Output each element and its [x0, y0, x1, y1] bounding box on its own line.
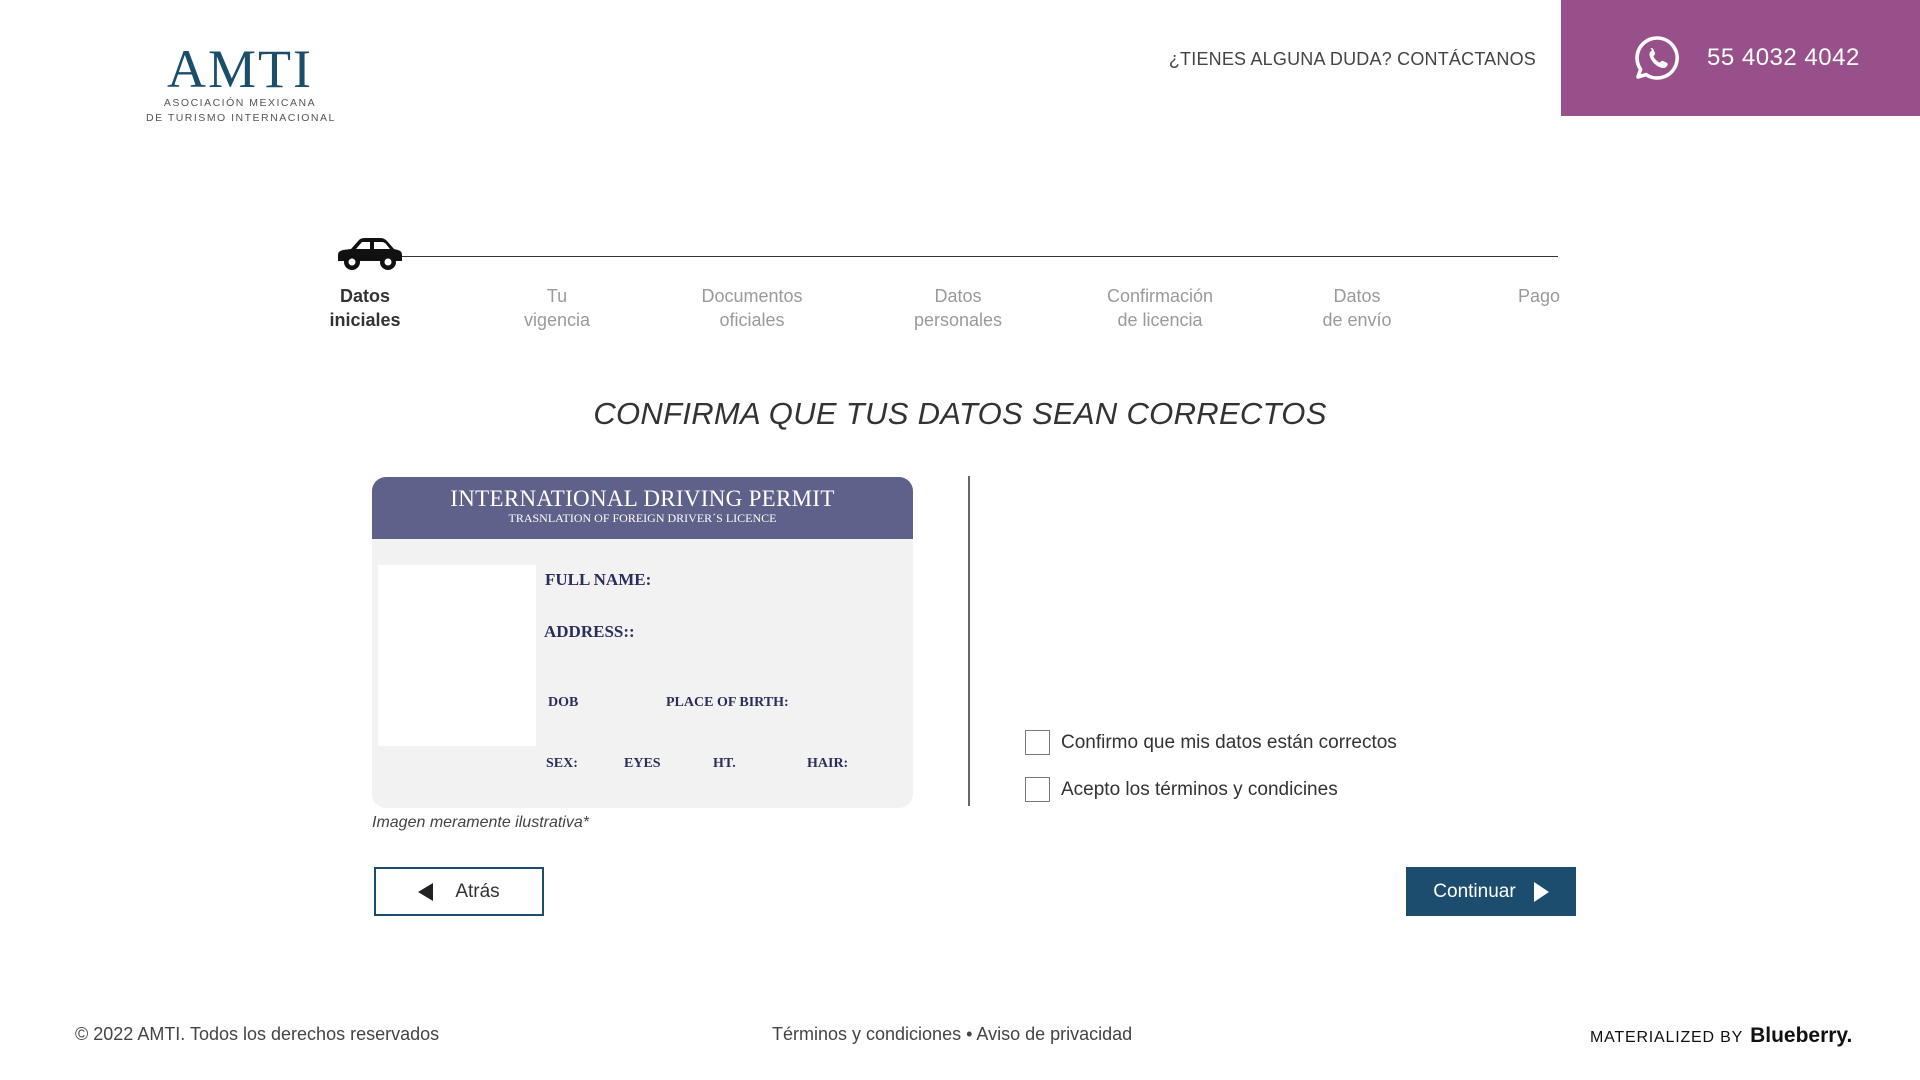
permit-subtitle: TRASNLATION OF FOREIGN DRIVER´S LICENCE — [508, 511, 777, 525]
credit[interactable]: MATERIALIZED BY Blueberry. — [1590, 1024, 1852, 1048]
permit-photo-placeholder — [378, 565, 536, 746]
confirm-data-label[interactable]: Confirmo que mis datos están correctos — [1061, 732, 1397, 754]
arrow-left-icon — [418, 882, 434, 901]
step-pago: Pago — [1518, 284, 1560, 308]
continue-button[interactable]: Continuar — [1406, 867, 1576, 916]
permit-preview-card: INTERNATIONAL DRIVING PERMIT TRASNLATION… — [372, 477, 913, 808]
height-label: HT. — [713, 756, 736, 771]
step-label-line1: Tu — [546, 286, 568, 306]
confirm-data-row[interactable]: Confirmo que mis datos están correctos — [1025, 730, 1397, 755]
step-label-line1: Confirmación — [1106, 286, 1214, 306]
whatsapp-icon — [1635, 36, 1679, 80]
accept-terms-row[interactable]: Acepto los términos y condicines — [1025, 777, 1338, 802]
car-icon — [338, 238, 402, 270]
sex-label: SEX: — [546, 756, 578, 771]
step-label-line1: Pago — [1517, 286, 1561, 306]
address-label: ADDRESS:: — [544, 622, 635, 641]
step-label-line1: Datos — [934, 286, 982, 306]
step-label-line1: Datos — [1333, 286, 1381, 306]
credit-brand: Blueberry. — [1750, 1024, 1853, 1047]
copyright-text: © 2022 AMTI. Todos los derechos reservad… — [75, 1024, 440, 1044]
hair-label: HAIR: — [807, 756, 849, 771]
step-label-line2: personales — [913, 310, 1003, 330]
vertical-divider — [968, 476, 970, 806]
logo-subtitle-line1: ASOCIACIÓN MEXICANA — [163, 97, 317, 109]
step-label-line2: de licencia — [1117, 310, 1203, 330]
step-datos-personales: Datos personales — [914, 284, 1002, 332]
step-label-line2: de envío — [1322, 310, 1392, 330]
permit-header: INTERNATIONAL DRIVING PERMIT TRASNLATION… — [372, 477, 913, 539]
illustrative-disclaimer: Imagen meramente ilustrativa* — [372, 814, 589, 831]
step-confirmacion-licencia: Confirmación de licencia — [1107, 284, 1213, 332]
step-label-line1: Datos — [339, 286, 391, 306]
back-button-label: Atrás — [455, 880, 500, 902]
back-button[interactable]: Atrás — [374, 867, 544, 916]
phone-number: 55 4032 4042 — [1707, 44, 1860, 71]
privacy-link[interactable]: Aviso de privacidad — [976, 1024, 1132, 1044]
footer-separator: • — [961, 1024, 977, 1044]
continue-button-label: Continuar — [1433, 880, 1516, 902]
logo-text: AMTI — [167, 39, 313, 99]
footer-links: Términos y condiciones • Aviso de privac… — [772, 1024, 1132, 1045]
step-label-line1: Documentos — [701, 286, 803, 306]
place-of-birth-label: PLACE OF BIRTH: — [666, 695, 789, 710]
step-datos-iniciales: Datos iniciales — [329, 284, 400, 332]
eyes-label: EYES — [624, 756, 661, 771]
dob-label: DOB — [548, 695, 579, 710]
logo[interactable]: AMTI ASOCIACIÓN MEXICANA DE TURISMO INTE… — [146, 42, 334, 126]
whatsapp-contact[interactable]: 55 4032 4042 — [1561, 0, 1920, 116]
step-label-line2: oficiales — [719, 310, 785, 330]
logo-subtitle-line2: DE TURISMO INTERNACIONAL — [146, 112, 336, 124]
arrow-right-icon — [1533, 881, 1549, 902]
stepper-track — [340, 256, 1558, 257]
permit-title: INTERNATIONAL DRIVING PERMIT — [450, 486, 835, 511]
terms-link[interactable]: Términos y condiciones — [772, 1024, 961, 1044]
page-title: CONFIRMA QUE TUS DATOS SEAN CORRECTOS — [593, 396, 1327, 431]
accept-terms-checkbox[interactable] — [1025, 777, 1050, 802]
credit-label: MATERIALIZED BY — [1590, 1029, 1744, 1046]
step-documentos-oficiales: Documentos oficiales — [701, 284, 802, 332]
step-datos-envio: Datos de envío — [1322, 284, 1391, 332]
confirm-data-checkbox[interactable] — [1025, 730, 1050, 755]
step-tu-vigencia: Tu vigencia — [524, 284, 590, 332]
step-label-line2: iniciales — [329, 310, 401, 330]
step-label-line2: vigencia — [523, 310, 591, 330]
contact-link[interactable]: ¿TIENES ALGUNA DUDA? CONTÁCTANOS — [1169, 49, 1536, 70]
full-name-label: FULL NAME: — [545, 570, 652, 589]
accept-terms-label[interactable]: Acepto los términos y condicines — [1061, 779, 1338, 801]
